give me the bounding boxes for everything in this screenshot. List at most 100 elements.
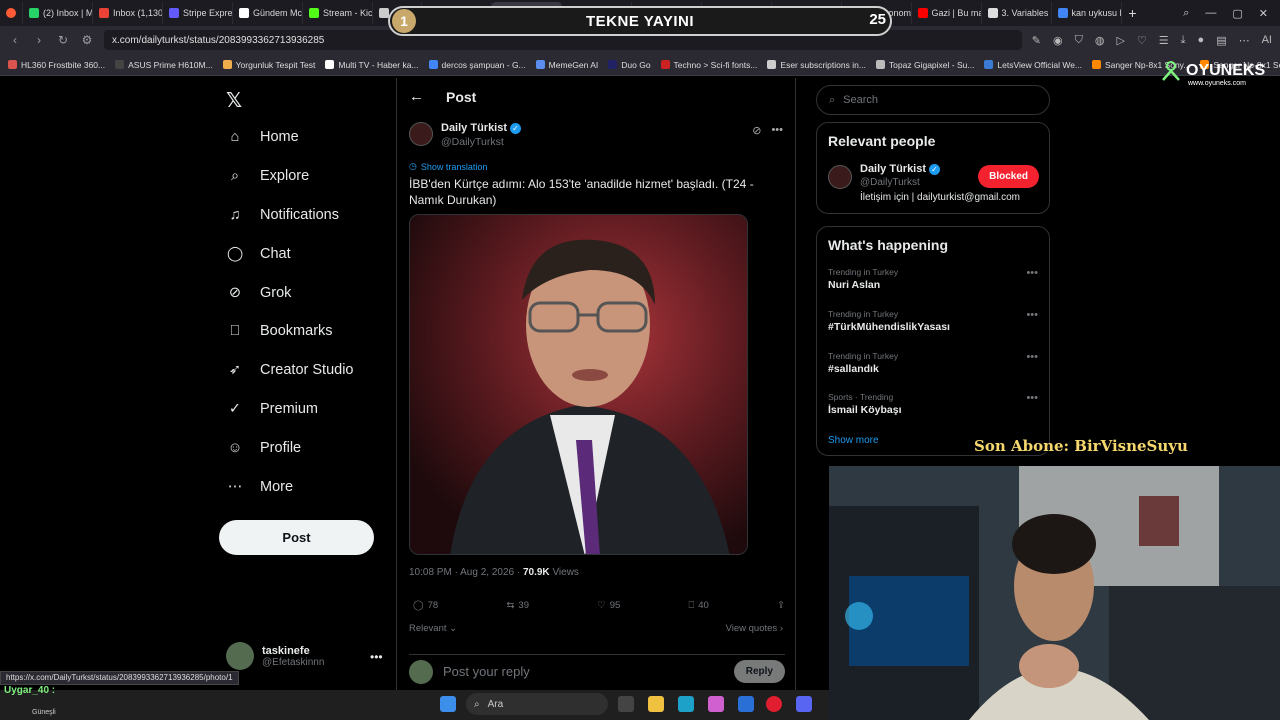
- browser-tab[interactable]: 3. Variables: [982, 2, 1052, 24]
- edit-icon[interactable]: ✎: [1032, 34, 1041, 47]
- more-options-icon[interactable]: •••: [1026, 351, 1038, 363]
- author-avatar[interactable]: [409, 122, 433, 146]
- nav-item-label: Premium: [260, 401, 319, 417]
- trend-item[interactable]: Trending in Turkey #sallandık •••: [828, 351, 1038, 375]
- author-name[interactable]: Daily Türkist: [441, 122, 507, 134]
- sort-replies-dropdown[interactable]: Relevant ⌄: [409, 623, 457, 634]
- file-explorer-icon[interactable]: [648, 696, 664, 712]
- back-arrow-icon[interactable]: ‹: [8, 33, 22, 47]
- post-author[interactable]: Daily Türkist ✓ @DailyTurkst: [409, 122, 522, 148]
- more-options-icon[interactable]: •••: [1026, 392, 1038, 404]
- download-icon[interactable]: ⤓: [1181, 34, 1186, 47]
- repost-button[interactable]: ⇆ 39: [506, 600, 529, 611]
- browser-menu-icon[interactable]: [0, 2, 23, 24]
- bookmark-item[interactable]: Duo Go: [608, 60, 651, 70]
- camera-icon[interactable]: ◉: [1053, 34, 1063, 47]
- more-options-icon[interactable]: •••: [771, 124, 783, 137]
- list-icon[interactable]: ☰: [1159, 34, 1169, 47]
- trend-item[interactable]: Trending in Turkey Nuri Aslan •••: [828, 267, 1038, 291]
- grok-icon[interactable]: ⊘: [752, 124, 761, 137]
- bookmark-item[interactable]: LetsView Official We...: [984, 60, 1082, 70]
- show-translation-link[interactable]: ◷ Show translation: [409, 161, 487, 172]
- post-timestamp[interactable]: 10:08 PM · Aug 2, 2026 ·: [409, 567, 520, 578]
- close-window-icon[interactable]: ✕: [1259, 7, 1268, 20]
- post-button[interactable]: Post: [219, 520, 374, 555]
- bookmark-item[interactable]: dercos şampuan - G...: [428, 60, 526, 70]
- search-input[interactable]: ⌕ Search: [816, 85, 1050, 115]
- reply-submit-button[interactable]: Reply: [733, 660, 785, 683]
- nav-item-notifications[interactable]: ♫ Notifications: [226, 206, 339, 224]
- browser-tab[interactable]: (2) Inbox | M: [23, 2, 93, 24]
- bookmark-item[interactable]: Topaz Gigapixel - Su...: [875, 60, 974, 70]
- bookmark-item[interactable]: Yorgunluk Tespit Test: [222, 59, 316, 70]
- profile-icon[interactable]: ●: [1198, 34, 1205, 47]
- webcam-feed: [829, 466, 1280, 720]
- menu-icon[interactable]: ⋯: [1239, 34, 1250, 47]
- reply-button[interactable]: ◯ 78: [413, 600, 438, 611]
- site-info-icon[interactable]: ⚙: [80, 33, 94, 47]
- bookmark-label: Multi TV - Haber ka...: [338, 59, 419, 70]
- nav-item-creator-studio[interactable]: ➶ Creator Studio: [226, 361, 354, 379]
- trend-item[interactable]: Sports · Trending İsmail Köybaşı •••: [828, 392, 1038, 416]
- bookmark-label: Yorgunluk Tespit Test: [235, 59, 316, 70]
- trend-item[interactable]: Trending in Turkey #TürkMühendislikYasası…: [828, 309, 1038, 333]
- store-icon[interactable]: [738, 696, 754, 712]
- more-options-icon[interactable]: •••: [1026, 267, 1038, 279]
- browser-tab[interactable]: Gazi | Bu ma: [912, 2, 982, 24]
- taskbar-search[interactable]: ⌕ Ara: [466, 693, 608, 715]
- share-button[interactable]: ⇪: [777, 600, 785, 611]
- search-tabs-icon[interactable]: ⌕: [1183, 7, 1189, 20]
- browser-tab[interactable]: Stream - Kick: [303, 2, 373, 24]
- person-name[interactable]: Daily Türkist: [860, 163, 926, 175]
- x-logo[interactable]: 𝕏: [226, 88, 242, 113]
- forward-arrow-icon[interactable]: ›: [32, 33, 46, 47]
- bookmark-item[interactable]: Multi TV - Haber ka...: [325, 59, 419, 70]
- person-avatar[interactable]: [828, 165, 852, 189]
- reload-icon[interactable]: ↻: [56, 33, 70, 47]
- ai-icon[interactable]: AI: [1262, 34, 1272, 47]
- maximize-icon[interactable]: ▢: [1232, 7, 1242, 20]
- browser-tab[interactable]: Gündem Mc: [233, 2, 303, 24]
- bookmark-item[interactable]: Techno > Sci-fi fonts...: [660, 60, 757, 70]
- heart-icon[interactable]: ♡: [1137, 34, 1147, 47]
- edge-icon[interactable]: [678, 696, 694, 712]
- view-quotes-link[interactable]: View quotes ›: [726, 623, 783, 634]
- show-more-link[interactable]: Show more: [828, 435, 879, 446]
- more-options-icon[interactable]: •••: [1026, 309, 1038, 321]
- bookmark-item[interactable]: Eser subscriptions in...: [767, 60, 866, 70]
- browser-tab[interactable]: Inbox (1,130: [93, 2, 163, 24]
- shield-icon[interactable]: ⛉: [1075, 34, 1083, 47]
- bookmark-item[interactable]: ASUS Prime H610M...: [115, 60, 213, 70]
- nav-item-more[interactable]: ⋯ More: [226, 478, 293, 496]
- nav-item-grok[interactable]: ⊘ Grok: [226, 284, 292, 302]
- nav-item-home[interactable]: ⌂ Home: [226, 128, 299, 146]
- extensions-icon[interactable]: ▤: [1216, 34, 1226, 47]
- blocked-button[interactable]: Blocked: [978, 165, 1039, 188]
- account-more-icon[interactable]: •••: [370, 650, 383, 664]
- nav-item-premium[interactable]: ✓ Premium: [226, 400, 318, 418]
- start-button-icon[interactable]: [440, 696, 456, 712]
- task-view-icon[interactable]: [618, 696, 634, 712]
- post-image[interactable]: [409, 214, 748, 555]
- browser-tab[interactable]: kan uykusu l: [1052, 2, 1122, 24]
- reply-input[interactable]: Post your reply: [443, 664, 724, 679]
- minimize-icon[interactable]: —: [1205, 7, 1216, 20]
- bookmark-button[interactable]: ⎕ 40: [689, 600, 709, 611]
- account-switcher[interactable]: taskinefe @Efetaskinnn: [226, 642, 324, 670]
- nav-item-explore[interactable]: ⌕ Explore: [226, 167, 309, 185]
- bookmark-item[interactable]: MemeGen AI: [535, 60, 598, 70]
- bookmark-item[interactable]: HL360 Frostbite 360...: [8, 60, 105, 70]
- nav-item-chat[interactable]: ◯ Chat: [226, 245, 291, 263]
- globe-icon[interactable]: ◍: [1095, 34, 1105, 47]
- discord-icon[interactable]: [796, 696, 812, 712]
- tab-label: 3. Variables: [1001, 8, 1049, 18]
- back-arrow-icon[interactable]: ←: [409, 88, 424, 105]
- opera-icon[interactable]: [766, 696, 782, 712]
- like-button[interactable]: ♡ 95: [597, 600, 620, 611]
- copilot-icon[interactable]: [708, 696, 724, 712]
- browser-tab[interactable]: Stripe Expres: [163, 2, 233, 24]
- play-icon[interactable]: ▷: [1116, 34, 1124, 47]
- nav-item-profile[interactable]: ☺ Profile: [226, 439, 302, 457]
- nav-item-bookmarks[interactable]: ⎕ Bookmarks: [226, 322, 333, 340]
- new-tab-icon[interactable]: +: [1122, 5, 1144, 21]
